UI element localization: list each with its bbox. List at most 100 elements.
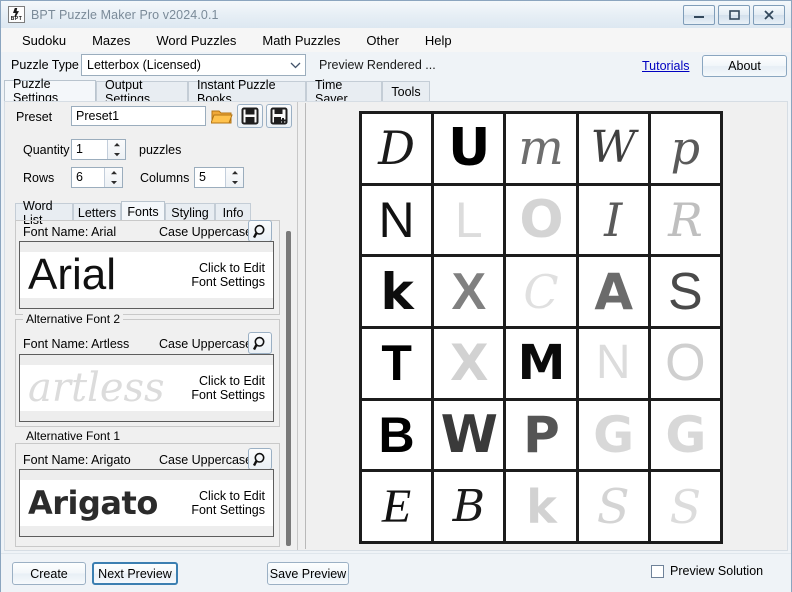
spinner-up-icon[interactable]: [105, 168, 122, 178]
about-button[interactable]: About: [702, 55, 787, 77]
spinner-down-icon[interactable]: [105, 178, 122, 188]
subtab-fonts[interactable]: Fonts: [121, 201, 165, 221]
puzzle-cell-letter: p: [671, 125, 700, 171]
magnifier-icon: [253, 336, 268, 351]
puzzle-cell: B: [434, 472, 503, 541]
settings-scrollbar[interactable]: [285, 231, 292, 546]
puzzle-cell-letter: m: [518, 124, 564, 172]
subtab-word-list[interactable]: Word List: [15, 203, 73, 221]
save-preset-button[interactable]: [237, 104, 263, 128]
tab-puzzle-settings[interactable]: Puzzle Settings: [4, 80, 96, 101]
menu-item-other[interactable]: Other: [355, 30, 410, 51]
menu-item-mazes[interactable]: Mazes: [81, 30, 141, 51]
preset-label: Preset: [16, 110, 52, 124]
spinner-up-icon[interactable]: [226, 168, 243, 178]
tab-time-saver[interactable]: Time Saver: [306, 81, 382, 101]
puzzle-cell: p: [651, 114, 720, 183]
application-window: BPT BPT Puzzle Maker Pro v2024.0.1 Sud: [0, 0, 792, 592]
menu-item-sudoku[interactable]: Sudoku: [11, 30, 77, 51]
puzzle-cell-letter: A: [594, 267, 632, 317]
spinner-up-icon[interactable]: [108, 140, 125, 150]
alt-font-1-browse-button[interactable]: [248, 448, 272, 470]
preset-input[interactable]: [71, 106, 206, 126]
rows-stepper[interactable]: 6: [71, 167, 123, 188]
tab-tools[interactable]: Tools: [382, 81, 430, 101]
menu-item-math-puzzles[interactable]: Math Puzzles: [251, 30, 351, 51]
preview-band-top: [20, 470, 273, 480]
puzzle-cell-letter: S: [668, 266, 703, 318]
spinner-down-icon[interactable]: [226, 178, 243, 188]
menu-item-word-puzzles[interactable]: Word Puzzles: [145, 30, 247, 51]
window-controls: [683, 5, 785, 25]
save-icon: [241, 107, 259, 125]
puzzle-cell-letter: M: [518, 339, 565, 387]
quantity-label: Quantity: [23, 143, 70, 157]
close-icon: [762, 9, 776, 21]
main-font-preview[interactable]: Arial Click to Edit Font Settings: [19, 241, 274, 309]
rows-arrows[interactable]: [104, 168, 122, 187]
puzzle-cell-letter: B: [453, 485, 485, 529]
alt-font-1-preview[interactable]: Arigato Click to Edit Font Settings: [19, 469, 274, 537]
puzzle-cell: X: [434, 329, 503, 398]
spinner-down-icon[interactable]: [108, 150, 125, 160]
puzzle-cell: k: [362, 257, 431, 326]
subtab-info[interactable]: Info: [215, 203, 251, 221]
create-button[interactable]: Create: [12, 562, 86, 585]
minimize-button[interactable]: [683, 5, 715, 25]
edit-hint-line1: Click to Edit: [191, 489, 265, 503]
tab-output-settings[interactable]: Output Settings: [96, 81, 188, 101]
puzzle-type-label: Puzzle Type: [11, 58, 79, 72]
settings-subtab-bar: Word List Letters Fonts Styling Info: [15, 201, 280, 221]
puzzle-cell-letter: N: [379, 195, 415, 245]
preview-solution-label: Preview Solution: [670, 564, 763, 578]
save-as-icon: [270, 107, 288, 125]
menu-item-help[interactable]: Help: [414, 30, 463, 51]
tutorials-link[interactable]: Tutorials: [642, 59, 689, 73]
puzzle-cell-letter: W: [591, 126, 636, 170]
next-preview-button[interactable]: Next Preview: [92, 562, 178, 585]
puzzle-cell: A: [579, 257, 648, 326]
main-font-case: Case Uppercase: [159, 225, 252, 239]
puzzle-type-select[interactable]: Letterbox (Licensed): [81, 54, 306, 76]
puzzle-cell: S: [579, 472, 648, 541]
puzzle-cell-letter: W: [441, 409, 497, 461]
chevron-down-icon: [285, 62, 305, 69]
open-preset-button[interactable]: [209, 104, 235, 128]
puzzle-cell: S: [651, 257, 720, 326]
save-preview-button[interactable]: Save Preview: [267, 562, 349, 585]
columns-value: 5: [195, 168, 225, 187]
alt-font-2-group-label: Alternative Font 2: [23, 312, 123, 326]
quantity-arrows[interactable]: [107, 140, 125, 159]
save-preset-as-button[interactable]: [266, 104, 292, 128]
tab-instant-puzzle-books[interactable]: Instant Puzzle Books: [188, 81, 306, 101]
alt-font-2-browse-button[interactable]: [248, 332, 272, 354]
alt-font-1-name: Font Name: Arigato: [23, 453, 131, 467]
puzzle-cell: W: [434, 401, 503, 470]
puzzle-cell: E: [362, 472, 431, 541]
columns-stepper[interactable]: 5: [194, 167, 244, 188]
puzzle-cell: G: [579, 401, 648, 470]
main-font-name: Font Name: Arial: [23, 225, 116, 239]
scrollbar-thumb[interactable]: [286, 231, 291, 546]
subtab-letters[interactable]: Letters: [73, 203, 121, 221]
puzzle-cell-letter: P: [523, 410, 559, 460]
puzzle-cell-letter: k: [380, 267, 412, 317]
alt-font-2-preview[interactable]: artless Click to Edit Font Settings: [19, 354, 274, 422]
maximize-button[interactable]: [718, 5, 750, 25]
columns-arrows[interactable]: [225, 168, 243, 187]
puzzle-cell: S: [651, 472, 720, 541]
folder-open-icon: [211, 107, 233, 126]
title-bar: BPT BPT Puzzle Maker Pro v2024.0.1: [1, 1, 791, 29]
edit-hint-line1: Click to Edit: [191, 374, 265, 388]
puzzle-cell-letter: N: [596, 339, 631, 387]
menu-bar: Sudoku Mazes Word Puzzles Math Puzzles O…: [1, 28, 791, 53]
main-font-browse-button[interactable]: [248, 220, 272, 242]
subtab-styling[interactable]: Styling: [165, 203, 215, 221]
preview-solution-row[interactable]: Preview Solution: [651, 564, 763, 578]
close-button[interactable]: [753, 5, 785, 25]
quantity-stepper[interactable]: 1: [71, 139, 126, 160]
preview-solution-checkbox[interactable]: [651, 565, 664, 578]
quantity-suffix-label: puzzles: [139, 143, 181, 157]
alt-font-2-case: Case Uppercase: [159, 337, 252, 351]
puzzle-cell: D: [362, 114, 431, 183]
